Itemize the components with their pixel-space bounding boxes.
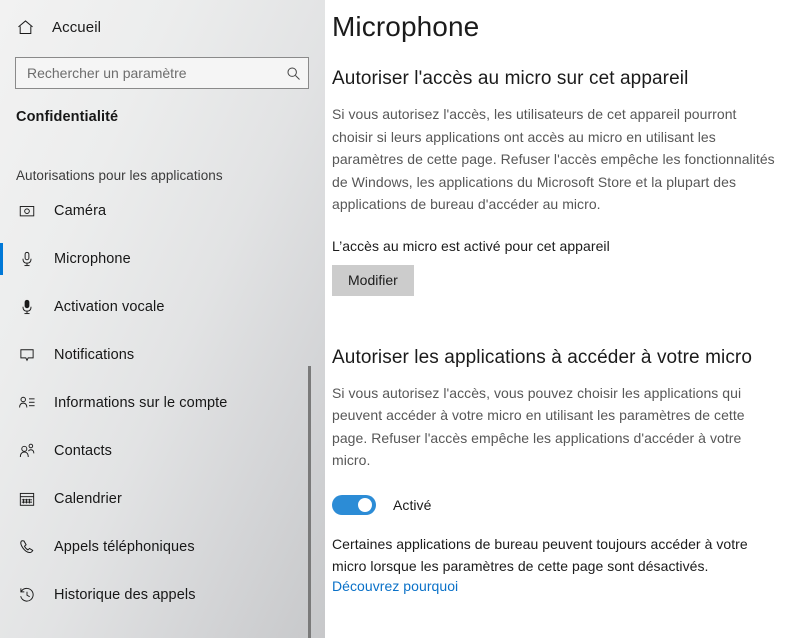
home-icon <box>14 16 36 38</box>
main-content: Microphone Autoriser l'accès au micro su… <box>325 0 811 638</box>
calendar-icon <box>16 488 38 510</box>
notification-icon <box>16 344 38 366</box>
section2-description: Si vous autorisez l'accès, vous pouvez c… <box>332 384 745 469</box>
search-box[interactable] <box>15 57 309 89</box>
sidebar-item-label: Calendrier <box>54 491 122 507</box>
sidebar-item-phone-calls[interactable]: Appels téléphoniques <box>0 523 325 571</box>
sidebar-group-label: Autorisations pour les applications <box>16 168 223 183</box>
toggle-knob <box>358 497 372 512</box>
selection-accent-bar <box>0 243 3 275</box>
microphone-icon <box>16 248 38 270</box>
sidebar-item-label: Microphone <box>54 251 131 267</box>
sidebar-item-label: Informations sur le compte <box>54 395 228 411</box>
settings-window: Accueil Confidentialité Autorisations po… <box>0 0 811 638</box>
sidebar-item-notifications[interactable]: Notifications <box>0 331 325 379</box>
modify-button[interactable]: Modifier <box>332 264 414 296</box>
learn-why-link[interactable]: Découvrez pourquoi <box>332 578 458 594</box>
sidebar-item-call-history[interactable]: Historique des appels <box>0 571 325 619</box>
sidebar-item-label: Appels téléphoniques <box>54 539 195 555</box>
sidebar-item-label: Historique des appels <box>54 587 196 603</box>
phone-icon <box>16 536 38 558</box>
voice-activation-icon <box>16 296 38 318</box>
sidebar-item-contacts[interactable]: Contacts <box>0 427 325 475</box>
sidebar-item-label: Caméra <box>54 203 107 219</box>
account-info-icon <box>16 392 38 414</box>
contacts-icon <box>16 440 38 462</box>
camera-icon <box>16 200 38 222</box>
sidebar-item-calendar[interactable]: Calendrier <box>0 475 325 523</box>
sidebar-item-camera[interactable]: Caméra <box>0 187 325 235</box>
sidebar-item-home[interactable]: Accueil <box>0 10 325 44</box>
sidebar-item-microphone[interactable]: Microphone <box>0 235 325 283</box>
section2: Autoriser les applications à accéder à v… <box>332 344 777 596</box>
app-access-toggle-row: Activé <box>332 494 777 515</box>
toggle-state-label: Activé <box>393 496 432 513</box>
section1-status: L’accès au micro est activé pour cet app… <box>332 237 610 254</box>
section2-footer-text: Certaines applications de bureau peuvent… <box>332 535 748 575</box>
page-category-title: Confidentialité <box>16 109 119 125</box>
sidebar-scrollbar-thumb[interactable] <box>308 366 311 638</box>
sidebar-item-label: Activation vocale <box>54 299 165 315</box>
sidebar-item-account-info[interactable]: Informations sur le compte <box>0 379 325 427</box>
sidebar-nav-list: Caméra Microphone Activation vocale Noti… <box>0 187 325 619</box>
section1-heading: Autoriser l'accès au micro sur cet appar… <box>332 68 689 89</box>
page-title: Microphone <box>332 11 480 42</box>
sidebar-item-label: Contacts <box>54 443 113 459</box>
sidebar-item-label: Notifications <box>54 347 135 363</box>
app-access-toggle[interactable] <box>332 494 376 515</box>
sidebar: Accueil Confidentialité Autorisations po… <box>0 0 325 638</box>
home-label: Accueil <box>52 18 102 36</box>
search-input[interactable] <box>16 59 278 87</box>
sidebar-scrollbar-track[interactable] <box>308 0 318 638</box>
search-icon[interactable] <box>278 59 308 87</box>
call-history-icon <box>16 584 38 606</box>
section2-heading: Autoriser les applications à accéder à v… <box>332 346 753 368</box>
section1-description: Si vous autorisez l'accès, les utilisate… <box>332 106 775 212</box>
sidebar-item-voice-activation[interactable]: Activation vocale <box>0 283 325 331</box>
